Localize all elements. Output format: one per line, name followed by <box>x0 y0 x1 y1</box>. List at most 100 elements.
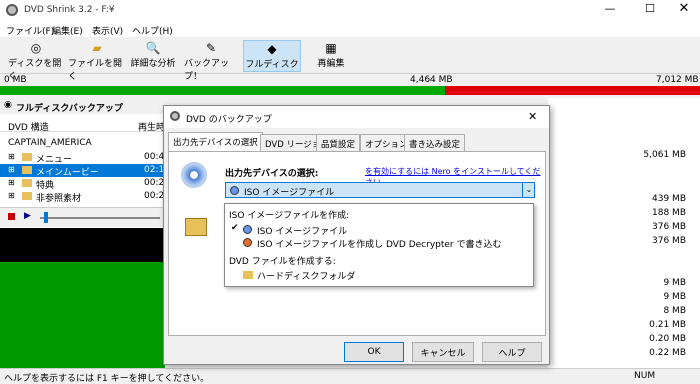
tree-item-main-movie[interactable]: ⊞ メインムービー 02:11 <box>0 164 170 178</box>
status-bar: ヘルプを表示するには F1 キーを押してください。 NUM <box>0 368 700 384</box>
title-bar: DVD Shrink 3.2 - F:¥ — ☐ ✕ <box>0 0 700 22</box>
folder-icon <box>22 153 32 161</box>
menu-view[interactable]: 表示(V) <box>92 24 123 37</box>
expand-icon[interactable]: ⊞ <box>8 152 15 161</box>
folder-icon <box>22 192 32 200</box>
structure-column-header[interactable]: DVD 構造 再生時 <box>0 116 166 133</box>
folder-icon <box>243 271 253 279</box>
preview-black <box>0 228 165 262</box>
size-value: 0.22 MB <box>649 348 686 358</box>
seek-thumb[interactable] <box>44 212 48 223</box>
usage-mid-label: 4,464 MB <box>410 75 453 85</box>
tree-item-label: 非参照素材 <box>36 194 82 204</box>
preview-green <box>0 262 165 368</box>
iso-file-icon <box>230 186 239 195</box>
expand-icon[interactable]: ⊞ <box>8 191 15 200</box>
device-dropdown-list: ISO イメージファイルを作成: ✔ ISO イメージファイル ISO イメージ… <box>224 203 534 287</box>
dialog-app-icon <box>170 111 180 121</box>
size-value: 188 MB <box>652 208 686 218</box>
seek-slider[interactable] <box>40 217 160 219</box>
stop-icon[interactable] <box>8 213 15 220</box>
full-disc-icon: ◆ <box>267 42 277 56</box>
device-select[interactable]: ISO イメージファイル ⌄ <box>225 182 535 198</box>
iso-burn-icon <box>243 238 252 247</box>
folder-icon <box>22 166 32 174</box>
tree-item-menu[interactable]: ⊞ メニュー 00:40 <box>0 151 170 165</box>
device-label: 出力先デバイスの選択: <box>225 169 319 179</box>
size-value: 439 MB <box>652 194 686 204</box>
play-icon[interactable]: ▶ <box>24 211 31 221</box>
player-controls: ▶ <box>0 207 165 227</box>
panel-header: ◉ フルディスクバックアップ <box>0 98 165 114</box>
size-value: 9 MB <box>663 292 686 302</box>
window-title: DVD Shrink 3.2 - F:¥ <box>24 5 115 15</box>
menu-help[interactable]: ヘルプ(H) <box>132 24 173 37</box>
maximize-button[interactable]: ☐ <box>640 2 660 15</box>
tree-item-unreferenced[interactable]: ⊞ 非参照素材 00:28 <box>0 190 170 204</box>
re-author-label: 再編集 <box>317 59 345 69</box>
expand-icon[interactable]: ⊞ <box>8 178 15 187</box>
dialog-title: DVD のバックアップ <box>186 115 272 125</box>
size-value: 376 MB <box>652 222 686 232</box>
ok-button[interactable]: OK <box>344 342 404 362</box>
analyze-label: 詳細な分析 <box>130 59 176 69</box>
dropdown-option-hdd-folder[interactable]: ハードディスクフォルダ <box>257 269 355 282</box>
expand-icon[interactable]: ⊞ <box>8 165 15 174</box>
full-disc-label: フルディスク <box>245 60 299 70</box>
menu-file[interactable]: ファイル(F) <box>6 24 54 37</box>
disc-icon: ◎ <box>30 41 42 55</box>
chevron-down-icon[interactable]: ⌄ <box>522 183 535 197</box>
folder-open-icon: ▰ <box>92 41 102 55</box>
analyze-icon: 🔍 <box>145 41 161 55</box>
status-num: NUM <box>634 371 656 381</box>
full-disc-small-icon: ◉ <box>4 100 12 110</box>
tab-burn-settings[interactable]: 書き込み設定 <box>404 134 466 151</box>
backup-icon: ✎ <box>205 41 217 55</box>
tab-output-device[interactable]: 出力先デバイスの選択 <box>168 132 263 152</box>
size-value: 5,061 MB <box>643 150 686 160</box>
dropdown-group-iso: ISO イメージファイルを作成: <box>229 211 350 221</box>
iso-file-icon <box>243 225 252 234</box>
tree-root-label[interactable]: CAPTAIN_AMERICA <box>8 138 92 148</box>
menu-bar: ファイル(F) 編集(E) 表示(V) ヘルプ(H) <box>0 22 700 37</box>
dropdown-option-iso[interactable]: ISO イメージファイル <box>257 224 347 237</box>
col-structure: DVD 構造 <box>8 123 49 133</box>
usage-left-label: 0 MB <box>4 75 27 85</box>
backup-dialog: DVD のバックアップ ✕ 出力先デバイスの選択 DVD リージョン 品質設定 … <box>163 105 550 365</box>
menu-edit[interactable]: 編集(E) <box>52 24 83 37</box>
backup-button[interactable]: ✎ バックアップ！ <box>184 40 238 82</box>
cancel-button[interactable]: キャンセル <box>412 342 474 362</box>
open-file-button[interactable]: ▰ ファイルを開く <box>68 40 126 82</box>
size-value: 376 MB <box>652 236 686 246</box>
size-value: 9 MB <box>663 278 686 288</box>
dialog-close-button[interactable]: ✕ <box>528 110 537 123</box>
folder-pencil-icon <box>185 218 207 236</box>
re-author-button[interactable]: ▦ 再編集 <box>308 40 354 72</box>
usage-fill-red <box>445 86 700 95</box>
size-value: 0.21 MB <box>649 320 686 330</box>
folder-icon <box>22 179 32 187</box>
disc-usage-bar: 0 MB 4,464 MB 7,012 MB <box>0 74 700 98</box>
tree-item-extras[interactable]: ⊞ 特典 00:28 <box>0 177 170 191</box>
help-label: ヘルプ <box>498 348 526 359</box>
size-value: 0.20 MB <box>649 334 686 344</box>
full-disc-button[interactable]: ◆ フルディスク <box>243 40 301 72</box>
size-column: 5,061 MB 439 MB 188 MB 376 MB 376 MB 9 M… <box>548 98 700 368</box>
dropdown-option-iso-decrypter[interactable]: ISO イメージファイルを作成し DVD Decrypter で書き込む <box>257 237 502 250</box>
cancel-label: キャンセル <box>420 348 466 359</box>
usage-fill-green <box>0 86 445 95</box>
close-button[interactable]: ✕ <box>674 1 694 16</box>
dropdown-group-dvd: DVD ファイルを作成する: <box>229 257 336 267</box>
help-button[interactable]: ヘルプ <box>482 342 542 362</box>
ok-label: OK <box>367 347 381 357</box>
minimize-button[interactable]: — <box>600 2 620 15</box>
check-icon: ✔ <box>231 223 239 233</box>
tab-quality[interactable]: 品質設定 <box>316 134 361 151</box>
status-text: ヘルプを表示するには F1 キーを押してください。 <box>4 374 210 384</box>
col-time: 再生時 <box>138 123 166 133</box>
re-author-icon: ▦ <box>325 41 337 55</box>
dialog-title-bar: DVD のバックアップ ✕ <box>164 106 549 128</box>
device-select-value: ISO イメージファイル <box>244 188 335 198</box>
analyze-button[interactable]: 🔍 詳細な分析 <box>128 40 178 72</box>
open-disc-button[interactable]: ◎ ディスクを開く <box>8 40 64 82</box>
